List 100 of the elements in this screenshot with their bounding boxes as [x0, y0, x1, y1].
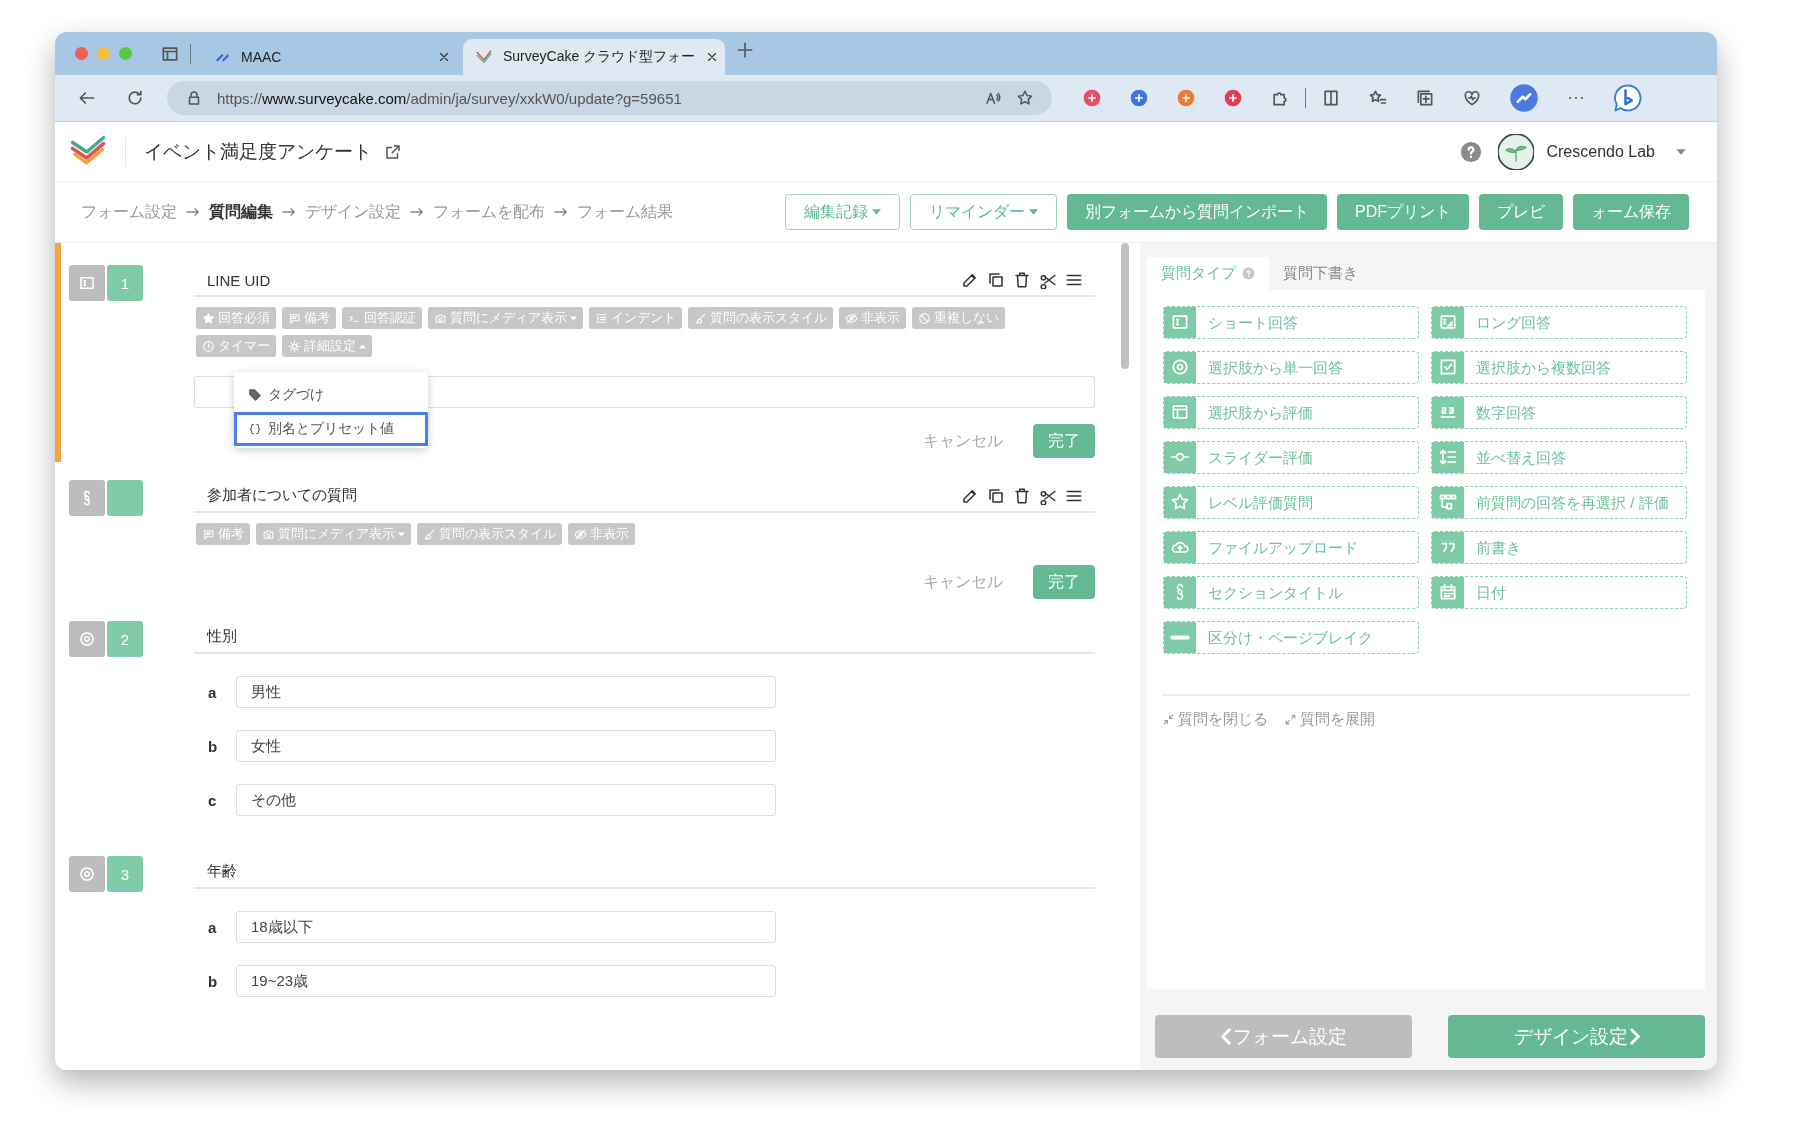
question-number: 3	[107, 856, 143, 892]
braces-icon	[248, 422, 262, 436]
step-link[interactable]: フォームを配布	[433, 201, 545, 223]
close-icon[interactable]	[437, 50, 451, 64]
extension-icon[interactable]	[1223, 88, 1243, 108]
indent-icon	[595, 311, 608, 325]
question-title[interactable]: 参加者についての質問	[207, 486, 961, 505]
comment-icon	[288, 311, 301, 325]
toolbar-button[interactable]: プレビ	[1479, 194, 1563, 230]
browser-tab[interactable]: MAAC	[201, 39, 463, 75]
question-type-item[interactable]: ファイルアップロード	[1163, 531, 1419, 564]
expand-link[interactable]: 質問を展開	[1284, 710, 1375, 729]
question-type-item[interactable]: ショート回答	[1163, 306, 1419, 339]
toolbar-button[interactable]: リマインダー	[910, 194, 1057, 230]
panel-tab[interactable]: 質問タイプ	[1147, 257, 1269, 290]
eye-slash-icon	[845, 311, 858, 325]
expand-icon	[1284, 713, 1297, 726]
text-field-icon	[1170, 312, 1190, 332]
text-area-icon	[1438, 312, 1458, 332]
minus-icon	[1170, 635, 1190, 640]
chat-bubble-icon[interactable]	[1613, 83, 1643, 113]
comment-icon	[202, 527, 215, 541]
app-logo-icon	[475, 48, 493, 66]
health-icon[interactable]	[1462, 88, 1482, 108]
profile-icon[interactable]	[1509, 83, 1539, 113]
question-type-item[interactable]: 区分け・ページブレイク	[1163, 621, 1419, 654]
question-title[interactable]: 性別	[207, 627, 1083, 646]
account-name[interactable]: Crescendo Lab	[1546, 142, 1655, 161]
done-button[interactable]: 完了	[1033, 565, 1095, 599]
form-title: イベント満足度アンケート	[144, 139, 372, 164]
question-type-item[interactable]: 前質問の回答を再選択 / 評価	[1431, 486, 1687, 519]
split-screen-icon[interactable]	[1321, 88, 1341, 108]
question-type-item[interactable]: 選択肢から単一回答	[1163, 351, 1419, 384]
collapse-link[interactable]: 質問を閉じる	[1162, 710, 1268, 729]
address-bar[interactable]: https://www.surveycake.com/admin/ja/survey/xxkW0/update?g=59651	[167, 81, 1052, 115]
trash-icon[interactable]	[1013, 487, 1031, 505]
question-type-item[interactable]: 日付	[1431, 576, 1687, 609]
option-letter: a	[207, 918, 218, 936]
step-link[interactable]: フォーム結果	[577, 201, 673, 223]
question-type-item[interactable]: 数字回答	[1431, 396, 1687, 429]
option-field[interactable]: 男性	[236, 676, 776, 708]
star-icon	[202, 311, 215, 325]
previous-step-button[interactable]: フォーム設定	[1155, 1015, 1412, 1058]
radio-icon	[69, 621, 105, 657]
brush-icon	[423, 527, 436, 541]
cancel-button[interactable]: キャンセル	[917, 429, 1009, 453]
question-type-item[interactable]: スライダー評価	[1163, 441, 1419, 474]
help-icon[interactable]	[1460, 140, 1483, 163]
chevron-left-icon	[1220, 1028, 1231, 1045]
question-type-item[interactable]: 選択肢から評価	[1163, 396, 1419, 429]
copy-icon[interactable]	[987, 487, 1005, 505]
option-field[interactable]: その他	[236, 784, 776, 816]
clock-icon	[202, 339, 215, 353]
question-type-item[interactable]: 前書き	[1431, 531, 1687, 564]
step-link[interactable]: デザイン設定	[305, 201, 401, 223]
step-link[interactable]: フォーム設定	[81, 201, 177, 223]
menu-item[interactable]: 別名とプリセット値	[234, 412, 428, 446]
external-link-icon[interactable]	[384, 142, 402, 161]
number-badge	[107, 480, 143, 516]
option-letter: c	[207, 791, 218, 809]
edit-icon[interactable]	[961, 487, 979, 505]
edit-icon[interactable]	[961, 271, 979, 289]
chevron-right-icon	[1629, 1028, 1640, 1045]
done-button[interactable]: 完了	[1033, 424, 1095, 458]
copy-icon[interactable]	[987, 271, 1005, 289]
avatar-icon	[1498, 133, 1535, 170]
toolbar-button[interactable]: 編集記録	[785, 194, 900, 230]
toolbar-button[interactable]: 別フォームから質問インポート	[1067, 194, 1327, 230]
browser-tab[interactable]: SurveyCake クラウド型フォー	[463, 39, 725, 75]
step-link[interactable]: 質問編集	[209, 201, 273, 223]
question-title[interactable]: LINE UID	[207, 272, 961, 289]
panel-tab[interactable]: 質問下書き	[1269, 257, 1372, 290]
camera-icon	[434, 311, 447, 325]
question-type-item[interactable]: 選択肢から複数回答	[1431, 351, 1687, 384]
option-field[interactable]: 女性	[236, 730, 776, 762]
ban-icon	[918, 311, 931, 325]
radio-icon	[69, 856, 105, 892]
option-field[interactable]: 19~23歳	[236, 965, 776, 997]
extension-icon[interactable]	[1082, 88, 1102, 108]
question-type-item[interactable]: 並べ替え回答	[1431, 441, 1687, 474]
scrollbar-thumb[interactable]	[1121, 243, 1129, 369]
star-icon	[1170, 492, 1190, 512]
table-icon	[1170, 402, 1190, 422]
trash-icon[interactable]	[1013, 271, 1031, 289]
toolbar-button[interactable]: ォーム保存	[1573, 194, 1689, 230]
question-type-item[interactable]: ロング回答	[1431, 306, 1687, 339]
question-type-item[interactable]: レベル評価質問	[1163, 486, 1419, 519]
checkbox-icon	[1438, 357, 1458, 377]
cancel-button[interactable]: キャンセル	[917, 570, 1009, 594]
collections-icon[interactable]	[1415, 88, 1435, 108]
star-icon[interactable]	[1016, 89, 1034, 107]
question-title[interactable]: 年齢	[207, 862, 1083, 881]
toolbar-button[interactable]: PDFプリント	[1337, 194, 1469, 230]
question-type-item[interactable]: セクションタイトル	[1163, 576, 1419, 609]
next-step-button[interactable]: デザイン設定	[1448, 1015, 1705, 1058]
radio-icon	[1170, 357, 1190, 377]
reload-icon[interactable]	[125, 88, 145, 108]
extension-icon[interactable]	[1129, 88, 1149, 108]
option-field[interactable]: 18歳以下	[236, 911, 776, 943]
menu-item[interactable]: タグづけ	[234, 378, 428, 412]
